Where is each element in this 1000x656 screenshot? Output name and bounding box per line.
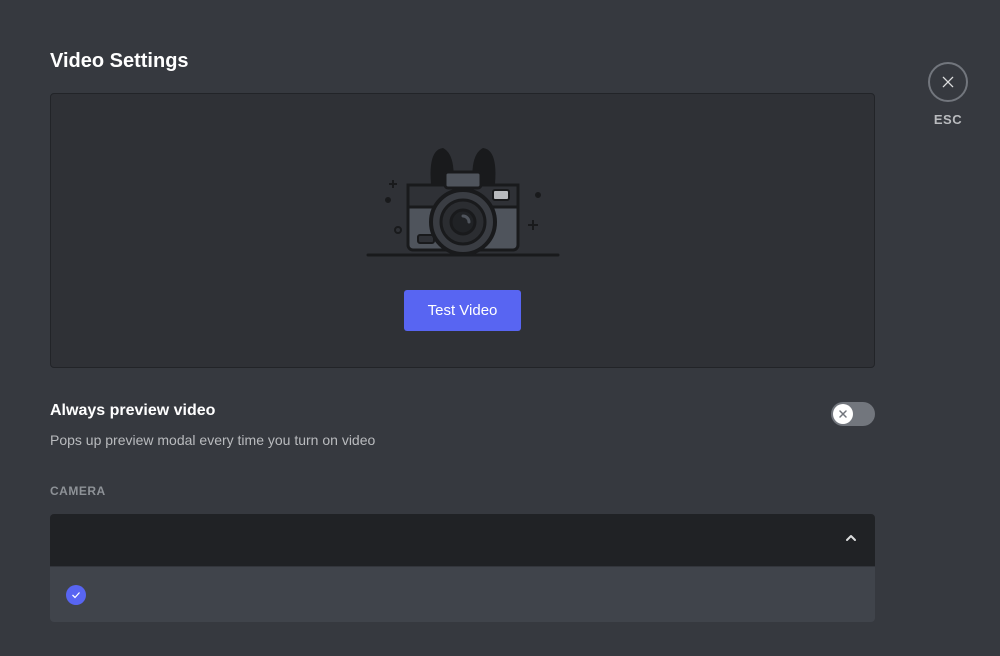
- check-icon: [66, 585, 86, 605]
- camera-illustration-icon: [363, 130, 563, 260]
- camera-dropdown[interactable]: [50, 514, 875, 622]
- close-icon: [837, 408, 849, 420]
- toggle-knob: [833, 404, 853, 424]
- test-video-button[interactable]: Test Video: [404, 290, 522, 331]
- always-preview-description: Pops up preview modal every time you tur…: [50, 432, 375, 448]
- close-icon: [940, 74, 956, 90]
- always-preview-title: Always preview video: [50, 402, 375, 420]
- always-preview-toggle[interactable]: [831, 402, 875, 426]
- page-title: Video Settings: [50, 50, 875, 73]
- camera-dropdown-header[interactable]: [50, 514, 875, 566]
- esc-label: ESC: [934, 112, 962, 127]
- video-preview-box: Test Video: [50, 93, 875, 368]
- camera-section-label: CAMERA: [50, 484, 875, 498]
- close-button[interactable]: [928, 62, 968, 102]
- camera-dropdown-option[interactable]: [50, 566, 875, 622]
- chevron-up-icon: [843, 530, 859, 551]
